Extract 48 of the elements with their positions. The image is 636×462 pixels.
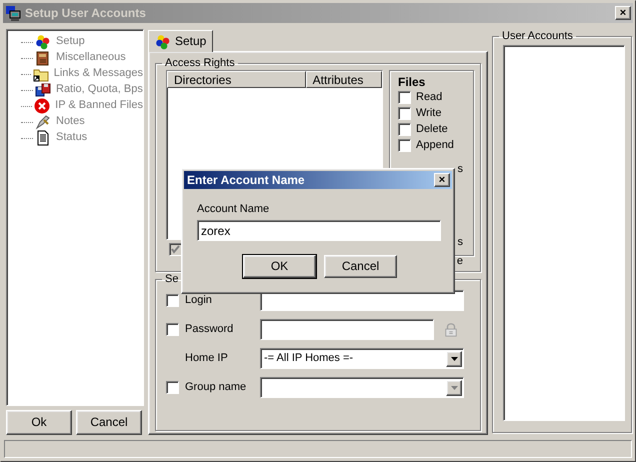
ok-button[interactable]: Ok	[6, 410, 72, 435]
column-header[interactable]: Directories	[167, 71, 306, 88]
caret-icon	[450, 386, 458, 390]
group-title: Files	[398, 75, 426, 90]
password-field[interactable]	[260, 319, 434, 340]
checkbox-label: Read	[416, 90, 442, 104]
group-title: Se	[164, 272, 180, 286]
cancel-button[interactable]: Cancel	[76, 410, 142, 435]
field-label: Login	[185, 294, 212, 308]
checkbox-label: Append	[416, 138, 454, 152]
checkbox[interactable]	[398, 90, 411, 104]
quill-icon	[35, 114, 51, 130]
checkbox[interactable]	[398, 122, 411, 136]
document-icon	[35, 130, 51, 146]
caret-icon	[450, 356, 458, 360]
column-header[interactable]: Attributes	[306, 71, 382, 88]
text-fragment: e	[456, 255, 464, 268]
dialog-title: Enter Account Name	[187, 172, 305, 188]
error-icon	[34, 98, 50, 114]
group-title: Access Rights	[164, 56, 236, 70]
checkbox[interactable]	[398, 106, 411, 120]
text-field[interactable]: zorex	[197, 220, 441, 242]
window-title: Setup User Accounts	[25, 6, 147, 20]
checkbox[interactable]	[166, 323, 179, 336]
field-label: Group name	[185, 380, 246, 394]
lock-icon	[444, 322, 458, 338]
close-button[interactable]: ×	[434, 173, 450, 187]
floppy-disks-icon	[35, 82, 51, 98]
circles-icon	[35, 34, 51, 50]
tab[interactable]: Setup	[148, 30, 214, 52]
ok-button[interactable]: OK	[243, 255, 316, 278]
checkbox[interactable]	[166, 294, 179, 307]
field-label: Password	[185, 322, 234, 336]
book-icon	[35, 50, 51, 66]
group-title: User Accounts	[501, 29, 574, 43]
field-label: Account Name	[197, 203, 270, 216]
field-label: Home IP	[185, 352, 228, 366]
list-box[interactable]	[503, 45, 625, 421]
dropdown[interactable]: -= All IP Homes =-	[260, 348, 464, 369]
text-fragment: s	[456, 236, 464, 250]
checkbox-label: Write	[416, 106, 442, 120]
app-icon	[5, 5, 21, 21]
cancel-button[interactable]: Cancel	[324, 255, 397, 278]
checkbox-label: Delete	[416, 122, 448, 136]
checkbox[interactable]	[398, 138, 411, 152]
close-button[interactable]: ×	[615, 6, 631, 20]
circles-icon	[155, 34, 171, 50]
text-fragment: s	[456, 163, 464, 176]
